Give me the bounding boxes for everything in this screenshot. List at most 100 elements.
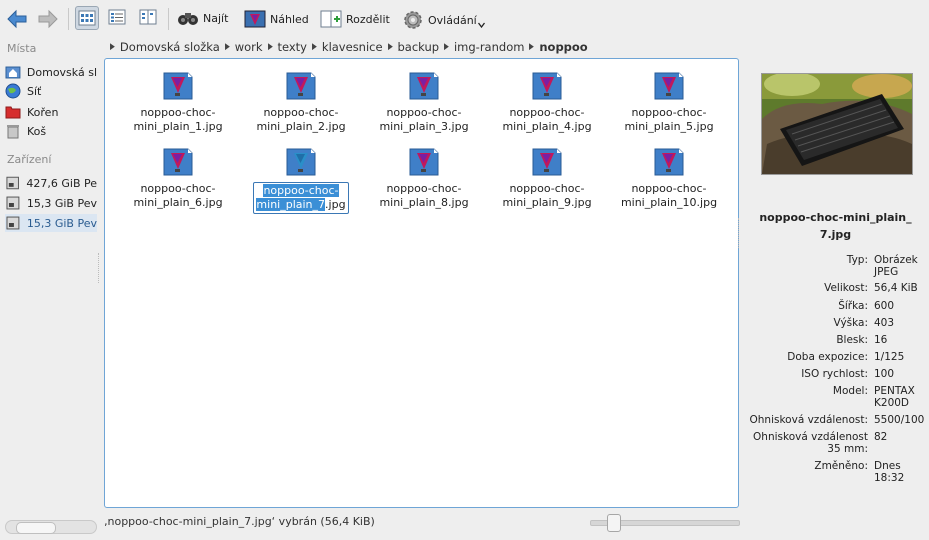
find-label: Najít xyxy=(203,11,229,25)
file-item[interactable]: noppoo-choc-mini_plain_8.jpg xyxy=(364,147,484,210)
red-folder-icon xyxy=(5,106,21,119)
file-name: noppoo-choc-mini_plain_10.jpg xyxy=(609,182,729,210)
trash-icon xyxy=(7,125,19,139)
sidebar-item-home[interactable]: Domovská sl xyxy=(5,63,97,81)
metadata-value: 600 xyxy=(874,300,895,312)
breadcrumb-item[interactable]: img-random xyxy=(454,40,524,54)
scrollbar-thumb[interactable] xyxy=(16,522,56,534)
jpeg-file-icon xyxy=(407,147,441,177)
metadata-key: Velikost: xyxy=(824,282,868,294)
sidebar-item-device-1[interactable]: 427,6 GiB Pe xyxy=(5,174,97,192)
file-name-line: noppoo-choc- xyxy=(140,106,216,119)
file-name-line: noppoo-choc- xyxy=(263,106,339,119)
column-view-icon xyxy=(139,9,157,25)
control-menu-button[interactable]: Ovládání xyxy=(402,9,485,31)
sidebar-item-trash[interactable]: Koš xyxy=(5,122,97,140)
metadata-key: Doba expozice: xyxy=(787,351,868,363)
binoculars-icon xyxy=(178,13,198,25)
file-item[interactable]: noppoo-choc-mini_plain_2.jpg xyxy=(241,71,361,134)
file-name-line: noppoo-choc- xyxy=(386,182,462,195)
sidebar-splitter[interactable] xyxy=(98,253,102,283)
find-button[interactable]: Najít xyxy=(177,10,228,26)
split-view-icon xyxy=(320,10,342,28)
information-panel: noppoo-choc-mini_plain_ 7.jpg Typ: Obráze… xyxy=(738,58,929,540)
list-view-icon xyxy=(108,9,126,25)
sidebar-item-network[interactable]: Síť xyxy=(5,82,97,100)
preview-label: Náhled xyxy=(270,12,309,26)
sidebar-horizontal-scrollbar[interactable] xyxy=(5,520,97,534)
metadata-key: Změněno: xyxy=(814,460,868,472)
control-label: Ovládání xyxy=(428,13,477,27)
preview-button[interactable]: Náhled xyxy=(244,10,309,28)
breadcrumb-separator-icon: ▶ xyxy=(110,42,115,52)
metadata-value: 100 xyxy=(874,368,895,380)
details-view-button[interactable] xyxy=(106,6,130,30)
info-file-name-line: noppoo-choc-mini_plain_ xyxy=(759,211,912,224)
metadata-key: Blesk: xyxy=(836,334,868,346)
forward-button[interactable] xyxy=(37,9,59,29)
hard-drive-icon xyxy=(6,216,20,230)
file-item[interactable]: noppoo-choc-mini_plain_6.jpg xyxy=(118,147,238,210)
file-name: noppoo-choc-mini_plain_4.jpg xyxy=(487,106,607,134)
places-section-title: Místa xyxy=(7,42,37,55)
gear-icon xyxy=(404,11,422,29)
info-file-name: noppoo-choc-mini_plain_ 7.jpg xyxy=(742,209,929,243)
info-file-name-line: 7.jpg xyxy=(819,228,852,241)
arrow-right-icon xyxy=(38,9,58,29)
file-name-line: mini_plain_3.jpg xyxy=(379,120,469,133)
metadata-value: Obrázek JPEG xyxy=(874,254,918,278)
breadcrumb-separator-icon: ▶ xyxy=(444,42,449,52)
file-name-line: noppoo-choc- xyxy=(140,182,216,195)
file-item[interactable]: noppoo-choc-mini_plain_7.jpg xyxy=(241,147,361,214)
breadcrumb-item[interactable]: texty xyxy=(277,40,307,54)
breadcrumb-item[interactable]: work xyxy=(235,40,263,54)
split-button[interactable]: Rozdělit xyxy=(320,10,390,28)
breadcrumb-separator-icon: ▶ xyxy=(224,42,230,52)
metadata-value: 16 xyxy=(874,334,888,346)
file-name-line: noppoo-choc- xyxy=(509,106,585,119)
file-item[interactable]: noppoo-choc-mini_plain_10.jpg xyxy=(609,147,729,210)
breadcrumb-item[interactable]: klavesnice xyxy=(322,40,383,54)
image-preview xyxy=(761,73,913,175)
file-name-line: mini_plain_2.jpg xyxy=(256,120,346,133)
file-item[interactable]: noppoo-choc-mini_plain_1.jpg xyxy=(118,71,238,134)
zoom-slider[interactable] xyxy=(590,514,740,532)
file-name[interactable]: noppoo-choc-mini_plain_7.jpg xyxy=(253,182,349,214)
arrow-left-icon xyxy=(7,9,27,29)
devices-section-title: Zařízení xyxy=(7,153,52,166)
sidebar-item-device-2[interactable]: 15,3 GiB Pev xyxy=(5,194,97,212)
jpeg-file-icon xyxy=(284,71,318,101)
file-name: noppoo-choc-mini_plain_2.jpg xyxy=(241,106,361,134)
sidebar: Místa Domovská sl Síť Kořen Koš Zařízení… xyxy=(0,38,100,540)
toolbar: Najít Náhled Rozdělit Ovládání xyxy=(0,0,929,38)
sidebar-item-root[interactable]: Kořen xyxy=(5,103,97,121)
file-item[interactable]: noppoo-choc-mini_plain_9.jpg xyxy=(487,147,607,210)
file-name-line: noppoo-choc- xyxy=(386,106,462,119)
breadcrumb-separator-icon: ▶ xyxy=(387,42,393,52)
file-name-line: mini_plain_1.jpg xyxy=(133,120,223,133)
chevron-down-icon xyxy=(477,22,485,28)
file-name-extension: .jpg xyxy=(325,198,346,211)
file-name: noppoo-choc-mini_plain_9.jpg xyxy=(487,182,607,210)
file-name-line: noppoo-choc- xyxy=(631,182,707,195)
file-name-line: mini_plain_6.jpg xyxy=(133,196,223,209)
file-name: noppoo-choc-mini_plain_8.jpg xyxy=(364,182,484,210)
network-globe-icon xyxy=(5,83,21,99)
breadcrumb-item[interactable]: noppoo xyxy=(539,40,587,54)
file-item[interactable]: noppoo-choc-mini_plain_5.jpg xyxy=(609,71,729,134)
sidebar-item-device-3[interactable]: 15,3 GiB Pev xyxy=(5,214,97,232)
file-view[interactable]: noppoo-choc-mini_plain_1.jpg noppoo-choc-… xyxy=(104,58,739,508)
breadcrumb-item[interactable]: Domovská složka xyxy=(120,40,220,54)
keyboard-photo-thumbnail xyxy=(762,74,912,174)
columns-view-button[interactable] xyxy=(137,6,161,30)
file-name-line: mini_plain_4.jpg xyxy=(502,120,592,133)
sidebar-item-label: Kořen xyxy=(27,105,59,119)
icons-view-button[interactable] xyxy=(75,6,99,30)
file-name-line: noppoo-choc- xyxy=(263,184,339,197)
file-item[interactable]: noppoo-choc-mini_plain_3.jpg xyxy=(364,71,484,134)
metadata-value: 56,4 KiB xyxy=(874,282,918,294)
back-button[interactable] xyxy=(6,9,28,29)
breadcrumb-item[interactable]: backup xyxy=(397,40,439,54)
zoom-slider-handle[interactable] xyxy=(607,514,621,532)
file-item[interactable]: noppoo-choc-mini_plain_4.jpg xyxy=(487,71,607,134)
